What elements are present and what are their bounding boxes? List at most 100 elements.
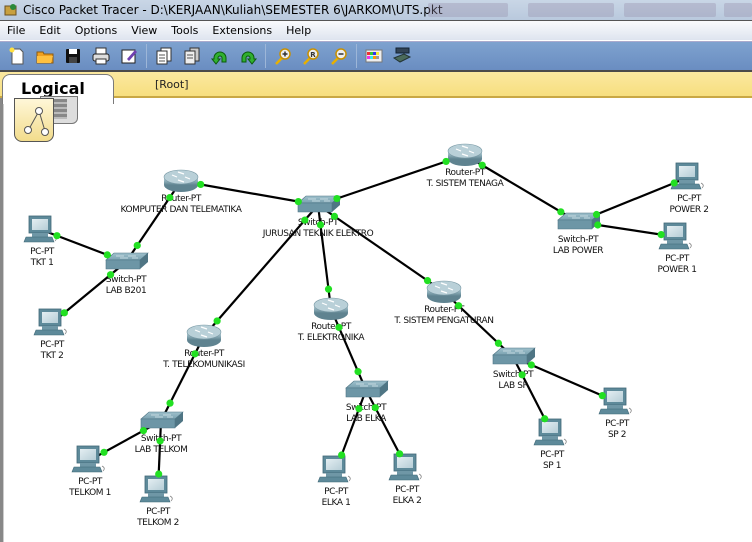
link-sw_sp-pc_sp2[interactable] [512,355,618,404]
zoom-in-button[interactable] [272,45,294,67]
menu-tools[interactable]: Tools [164,24,205,37]
zoom-reset-icon: R [303,48,319,65]
link-r_sp-sw_sp[interactable] [443,291,514,358]
device-pc-pc_tkt2[interactable]: PC-PTTKT 2 [33,308,67,361]
device-model-label: PC-PT [540,450,565,460]
link-status-up-indicator [100,448,108,456]
link-status-up-indicator [541,415,549,423]
link-status-up-indicator [301,216,309,224]
device-pc-pc_sp1[interactable]: PC-PTSP 1 [533,418,567,471]
link-sw_power-pc_power2[interactable] [577,175,690,224]
link-status-up-indicator [324,285,333,293]
link-r_telkom-sw_telkom[interactable] [160,335,205,422]
device-pc-pc_power2[interactable]: PC-PTPOWER 2 [669,162,709,215]
device-model-label: Router-PT [311,322,352,332]
palette-button[interactable] [363,45,385,67]
paste-button[interactable] [181,45,203,67]
pc-icon [317,455,351,483]
link-r_tenaga-sw_power[interactable] [464,154,579,223]
switch-icon [557,212,601,230]
link-r_ktm-sw_core[interactable] [180,179,319,207]
device-switch-sw_telkom[interactable]: Switch-PTLAB TELKOM [135,411,188,455]
link-status-up-indicator [166,193,174,202]
menu-view[interactable]: View [124,24,164,37]
device-model-label: Switch-PT [141,434,182,444]
link-status-up-indicator [191,350,199,358]
link-sw_telkom-pc_telkom1[interactable] [89,420,162,461]
link-sw_telkom-pc_telkom2[interactable] [156,420,163,491]
link-r_ktm-sw_b201[interactable] [125,180,182,263]
device-router-r_tenaga[interactable]: Router-PTT. SISTEM TENAGA [426,143,505,189]
device-pc-pc_telkom1[interactable]: PC-PTTELKOM 1 [68,445,111,498]
link-status-up-indicator [106,271,115,279]
menu-edit[interactable]: Edit [32,24,67,37]
copy-button[interactable] [153,45,175,67]
device-switch-sw_b201[interactable]: Switch-PTLAB B201 [105,252,149,296]
device-router-r_ktm[interactable]: Router-PTKOMPUTER DAN TELEMATIKA [120,169,243,215]
link-status-up-indicator [156,437,164,445]
device-pc-pc_telkom2[interactable]: PC-PTTELKOM 2 [136,475,179,528]
device-switch-sw_power[interactable]: Switch-PTLAB POWER [553,212,604,256]
link-status-up-indicator [371,404,379,412]
link-sw_elka-pc_elka1[interactable] [334,389,368,471]
device-model-label: PC-PT [146,507,171,517]
device-switch-sw_elka[interactable]: Switch-PTLAB ELKA [345,380,389,424]
menu-extensions[interactable]: Extensions [205,24,279,37]
device-pc-pc_elka2[interactable]: PC-PTELKA 2 [388,453,422,506]
undo-button[interactable] [209,45,231,67]
device-pc-pc_sp2[interactable]: PC-PTSP 2 [598,387,632,440]
device-model-label: PC-PT [78,477,103,487]
menu-options[interactable]: Options [68,24,124,37]
link-sw_b201-pc_tkt2[interactable] [51,261,127,324]
device-router-r_elka[interactable]: Router-PTT. ELEKTRONIKA [297,297,366,343]
navigation-button[interactable] [14,98,54,142]
zoom-out-icon [331,48,347,65]
main-toolbar: R [0,41,752,72]
link-status-up-indicator [442,157,450,166]
device-name-label: ELKA 1 [322,498,351,508]
device-pc-pc_tkt1[interactable]: PC-PTTKT 1 [23,215,57,268]
print-button[interactable] [90,45,112,67]
link-sw_core-r_telkom[interactable] [203,204,319,337]
save-button[interactable] [62,45,84,67]
new-button[interactable] [6,45,28,67]
switch-icon [105,252,149,270]
menu-file[interactable]: File [0,24,32,37]
device-switch-sw_core[interactable]: Switch-PTJURUSAN TEKNIK ELEKTRO [262,195,374,239]
device-model-label: PC-PT [324,487,349,497]
link-sw_core-r_sp[interactable] [317,204,445,293]
link-r_elka-sw_elka[interactable] [329,308,368,391]
link-sw_elka-pc_elka2[interactable] [365,389,408,469]
device-name-label: SP 1 [543,461,561,471]
link-sw_core-r_elka[interactable] [316,204,333,310]
device-name-label: LAB ELKA [346,414,387,424]
device-router-r_sp[interactable]: Router-PTT. SISTEM PENGATURAN [393,280,494,326]
device-pc-pc_elka1[interactable]: PC-PTELKA 1 [317,455,351,508]
packet-tracer-app-icon [4,4,17,16]
router-icon [186,324,222,347]
link-sw_b201-pc_tkt1[interactable] [41,228,127,264]
redo-button[interactable] [237,45,259,67]
link-sw_sp-pc_sp1[interactable] [512,356,553,434]
device-router-r_telkom[interactable]: Router-PTT. TELEKOMUNIKASI [162,324,245,370]
switch-icon [297,195,341,213]
workspace-path[interactable]: [Root] [155,78,189,91]
link-sw_power-pc_power1[interactable] [577,220,678,239]
device-switch-sw_sp[interactable]: Switch-PTLAB SP [492,347,536,391]
taskbar-ghost [428,3,508,17]
switch-icon [492,347,536,365]
switch-icon [140,411,184,429]
device-name-label: TKT 2 [40,351,64,361]
open-button[interactable] [34,45,56,67]
menu-help[interactable]: Help [279,24,318,37]
device-model-label: Router-PT [445,168,486,178]
activity-wizard-button[interactable] [118,45,140,67]
link-status-up-indicator [598,392,606,400]
zoom-out-button[interactable] [328,45,350,67]
link-status-up-indicator [330,212,339,220]
device-pc-pc_power1[interactable]: PC-PTPOWER 1 [657,222,697,275]
svg-text:R: R [310,51,316,59]
zoom-reset-button[interactable]: R [300,45,322,67]
custom-device-button[interactable] [391,45,413,67]
link-sw_core-r_tenaga[interactable] [317,153,466,207]
